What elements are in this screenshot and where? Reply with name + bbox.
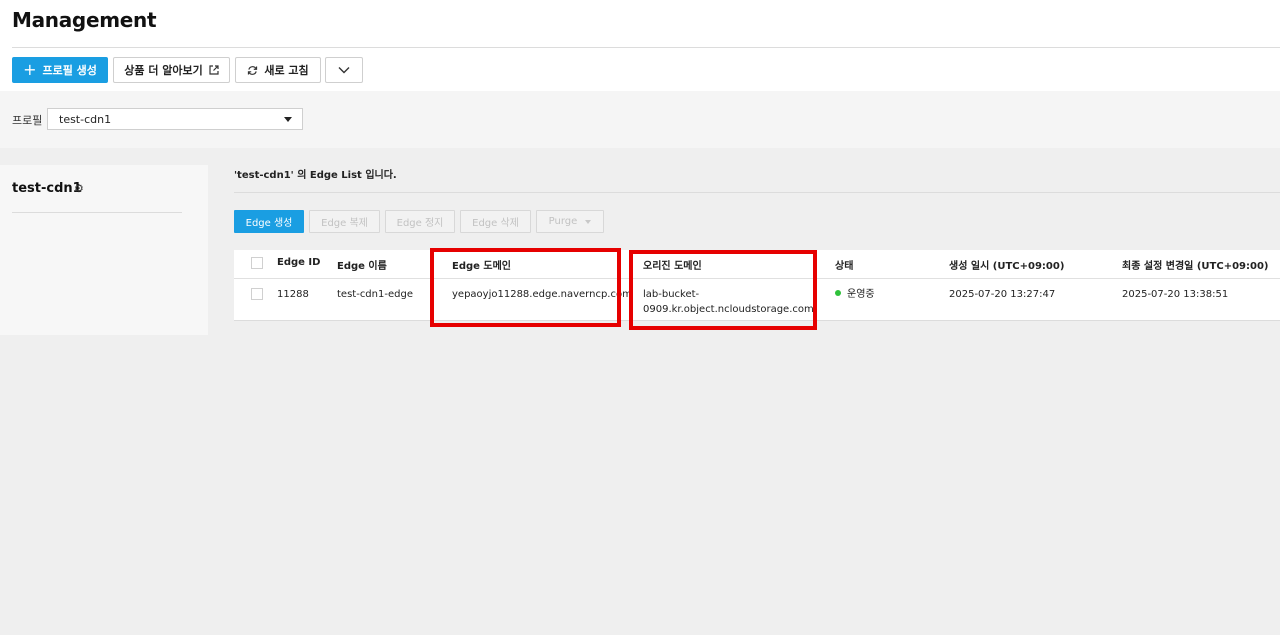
column-header-status[interactable]: 상태	[835, 257, 853, 272]
row-checkbox[interactable]	[251, 288, 263, 300]
profile-filter-label: 프로필	[12, 114, 43, 127]
row-edge-id: 11288	[277, 289, 309, 300]
edge-copy-button[interactable]: Edge 복제	[309, 210, 380, 233]
column-header-created[interactable]: 생성 일시 (UTC+09:00)	[949, 257, 1064, 272]
profile-select[interactable]: test-cdn1	[47, 108, 303, 130]
refresh-button[interactable]: 새로 고침	[235, 57, 321, 83]
header: Management + 프로필 생성 상품 더 알아보기 새로 고침	[0, 0, 1280, 91]
row-created-at: 2025-07-20 13:27:47	[949, 289, 1056, 300]
edge-create-button[interactable]: Edge 생성	[234, 210, 304, 233]
edge-list-title: 'test-cdn1' 의 Edge List 입니다.	[234, 170, 397, 181]
page-title: Management	[12, 8, 157, 32]
external-link-icon	[209, 65, 219, 75]
column-header-name[interactable]: Edge 이름	[337, 257, 387, 272]
learn-more-button[interactable]: 상품 더 알아보기	[113, 57, 230, 83]
purge-label: Purge	[548, 216, 578, 227]
status-label: 운영중	[847, 289, 875, 300]
plus-icon: +	[23, 60, 37, 79]
profile-name: test-cdn1	[12, 181, 82, 196]
caret-down-icon	[284, 117, 292, 122]
refresh-icon	[248, 65, 258, 75]
edge-stop-button[interactable]: Edge 정지	[385, 210, 455, 233]
row-status: 운영중	[835, 287, 875, 302]
chevron-down-icon	[338, 67, 350, 74]
profile-panel: test-cdn1 ⚙	[0, 165, 208, 335]
edge-list-divider	[234, 192, 1280, 193]
row-edge-name: test-cdn1-edge	[337, 289, 413, 300]
filter-bar: 프로필 test-cdn1	[0, 91, 1280, 148]
row-modified-at: 2025-07-20 13:38:51	[1122, 289, 1229, 300]
refresh-label: 새로 고침	[264, 64, 309, 77]
profile-panel-divider	[12, 212, 182, 213]
purge-button[interactable]: Purge	[536, 210, 604, 233]
gear-icon[interactable]: ⚙	[74, 182, 84, 195]
select-all-checkbox[interactable]	[251, 257, 263, 269]
create-profile-button[interactable]: + 프로필 생성	[12, 57, 108, 83]
edge-domain-highlight-box	[430, 248, 621, 327]
create-profile-label: 프로필 생성	[42, 64, 97, 77]
learn-more-label: 상품 더 알아보기	[124, 64, 203, 77]
edge-delete-button[interactable]: Edge 삭제	[460, 210, 531, 233]
status-running-icon	[835, 290, 841, 296]
column-header-id[interactable]: Edge ID	[277, 257, 320, 268]
column-header-modified[interactable]: 최종 설정 변경일 (UTC+09:00)	[1122, 257, 1268, 272]
profile-select-value: test-cdn1	[59, 112, 112, 126]
caret-down-icon	[585, 219, 592, 224]
more-dropdown-button[interactable]	[325, 57, 363, 83]
header-divider	[12, 47, 1280, 48]
origin-domain-highlight-box	[629, 250, 817, 330]
